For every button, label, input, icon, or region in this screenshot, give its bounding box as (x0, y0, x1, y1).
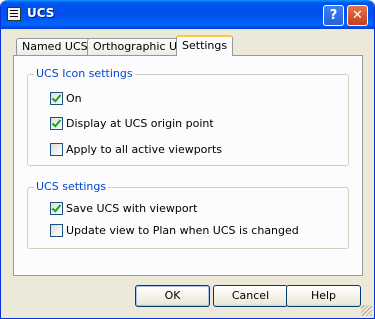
apply-all-checkbox[interactable] (50, 143, 63, 156)
tab-named-ucss-label: Named UCSs (22, 40, 94, 53)
update-plan-checkbox[interactable] (50, 224, 63, 237)
title-help-button[interactable]: ? (323, 5, 344, 26)
save-with-viewport-checkbox[interactable] (50, 202, 63, 215)
apply-all-label: Apply to all active viewports (66, 143, 222, 156)
save-with-viewport-label: Save UCS with viewport (66, 202, 198, 215)
close-button[interactable]: ✕ (347, 5, 368, 26)
app-icon (7, 7, 21, 21)
window-title: UCS (27, 6, 55, 20)
tab-settings-label: Settings (182, 39, 228, 52)
help-button[interactable]: Help (286, 285, 361, 307)
ucs-settings-group: UCS settings (27, 180, 349, 249)
ok-button[interactable]: OK (135, 285, 210, 307)
cancel-button[interactable]: Cancel (213, 285, 288, 307)
on-label: On (66, 92, 82, 105)
ucs-dialog: UCS ? ✕ Named UCSs Orthographic UCSs Set… (0, 0, 375, 319)
ucs-settings-title: UCS settings (34, 180, 109, 193)
title-bar[interactable]: UCS ? ✕ (1, 0, 374, 29)
ucs-icon-settings-title: UCS Icon settings (34, 67, 135, 80)
on-checkbox[interactable] (50, 92, 63, 105)
resize-grip-icon[interactable] (361, 305, 372, 316)
update-plan-label: Update view to Plan when UCS is changed (66, 224, 299, 237)
tab-settings[interactable]: Settings (176, 35, 234, 56)
settings-panel: UCS Icon settings On Display at UCS orig… (13, 55, 363, 276)
display-origin-label: Display at UCS origin point (66, 117, 214, 130)
display-origin-checkbox[interactable] (50, 117, 63, 130)
